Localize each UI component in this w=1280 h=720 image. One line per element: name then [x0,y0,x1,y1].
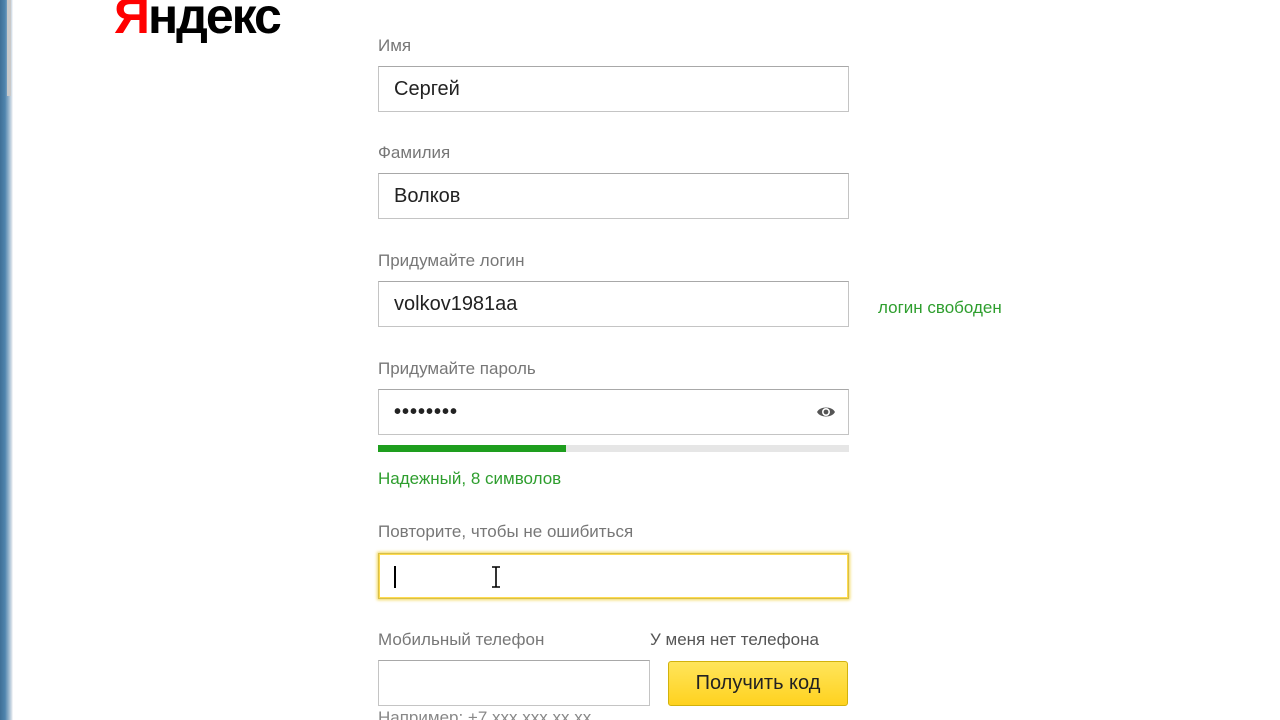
phone-label: Мобильный телефон [378,630,545,649]
scrollbar-thumb[interactable] [7,0,11,96]
repeat-password-input[interactable] [378,553,849,599]
password-strength-text: Надежный, 8 символов [378,469,562,488]
login-input[interactable]: volkov1981aa [378,281,849,327]
window-edge [0,0,13,720]
repeat-password-label: Повторите, чтобы не ошибиться [378,522,634,541]
login-status: логин свободен [878,298,1002,317]
eye-icon[interactable] [816,404,836,420]
yandex-logo[interactable]: Яндекс [114,0,282,46]
text-caret [394,566,396,588]
last-name-value: Волков [394,185,461,207]
login-value: volkov1981aa [394,293,518,315]
last-name-label: Фамилия [378,143,451,162]
last-name-input[interactable]: Волков [378,173,849,219]
ibeam-cursor-icon [492,566,500,588]
first-name-label: Имя [378,36,412,55]
password-strength-bar [378,445,849,452]
password-label: Придумайте пароль [378,359,536,378]
no-phone-link[interactable]: У меня нет телефона [650,630,819,650]
registration-page: Яндекс Имя Сергей Фамилия Волков Придума… [0,0,1280,720]
phone-example: Например: +7 xxx xxx xx xx [378,708,592,720]
first-name-value: Сергей [394,78,460,100]
get-code-button[interactable]: Получить код [668,661,848,706]
password-input[interactable]: •••••••• [378,389,849,435]
login-label: Придумайте логин [378,251,525,270]
password-value: •••••••• [394,401,459,423]
phone-input[interactable] [378,660,650,706]
first-name-input[interactable]: Сергей [378,66,849,112]
password-strength-fill [378,445,567,452]
